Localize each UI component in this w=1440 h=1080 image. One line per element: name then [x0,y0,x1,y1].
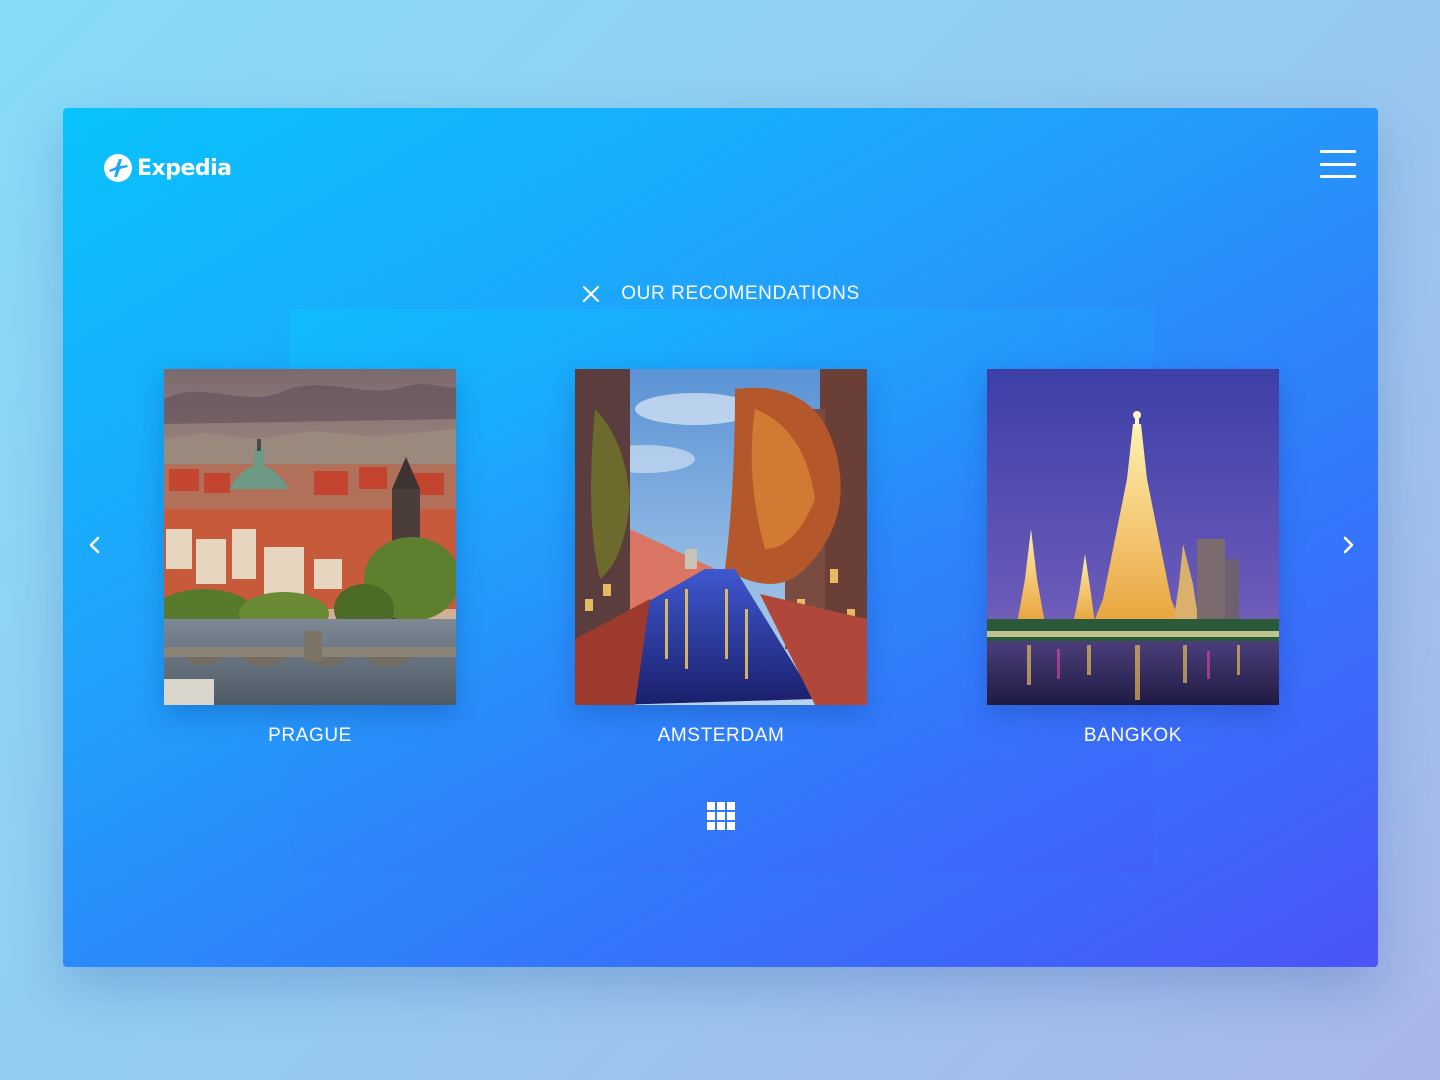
expedia-plane-logo-icon [104,154,132,182]
destination-card-amsterdam[interactable]: AMSTERDAM [575,369,867,747]
close-icon[interactable] [581,284,601,304]
grid-cell [707,802,715,810]
destination-label-bangkok: BANGKOK [1083,725,1183,746]
grid-cell [707,812,715,820]
grid-cell [717,822,725,830]
hamburger-line [1320,175,1356,178]
grid-cell [727,812,735,820]
amsterdam-canal-night-photo[interactable] [575,369,867,705]
destination-card-prague[interactable]: PRAGUE [164,369,456,747]
destination-label-amsterdam: AMSTERDAM [657,725,785,746]
grid-cell [707,822,715,830]
grid-cell [727,802,735,810]
grid-view-icon[interactable] [707,802,735,830]
prague-cityscape-photo[interactable] [164,369,456,705]
chevron-left-icon[interactable] [83,533,107,557]
grid-cell [717,802,725,810]
app-window: Expedia OUR RECOMENDATIONS PRAGUE AMSTER… [63,108,1378,967]
chevron-right-icon[interactable] [1336,533,1360,557]
grid-cell [727,822,735,830]
hamburger-menu-icon [1320,150,1356,153]
logo-text: Expedia [137,155,232,181]
hamburger-menu-button[interactable] [1320,148,1356,180]
destination-label-prague: PRAGUE [268,725,352,746]
expedia-logo[interactable]: Expedia [103,148,232,188]
destination-card-bangkok[interactable]: BANGKOK [987,369,1279,747]
recommendations-title: OUR RECOMENDATIONS [621,283,860,304]
recommendations-header: OUR RECOMENDATIONS [63,280,1378,308]
hamburger-line [1320,162,1356,166]
bangkok-wat-arun-night-photo[interactable] [987,369,1279,705]
grid-cell [717,812,725,820]
